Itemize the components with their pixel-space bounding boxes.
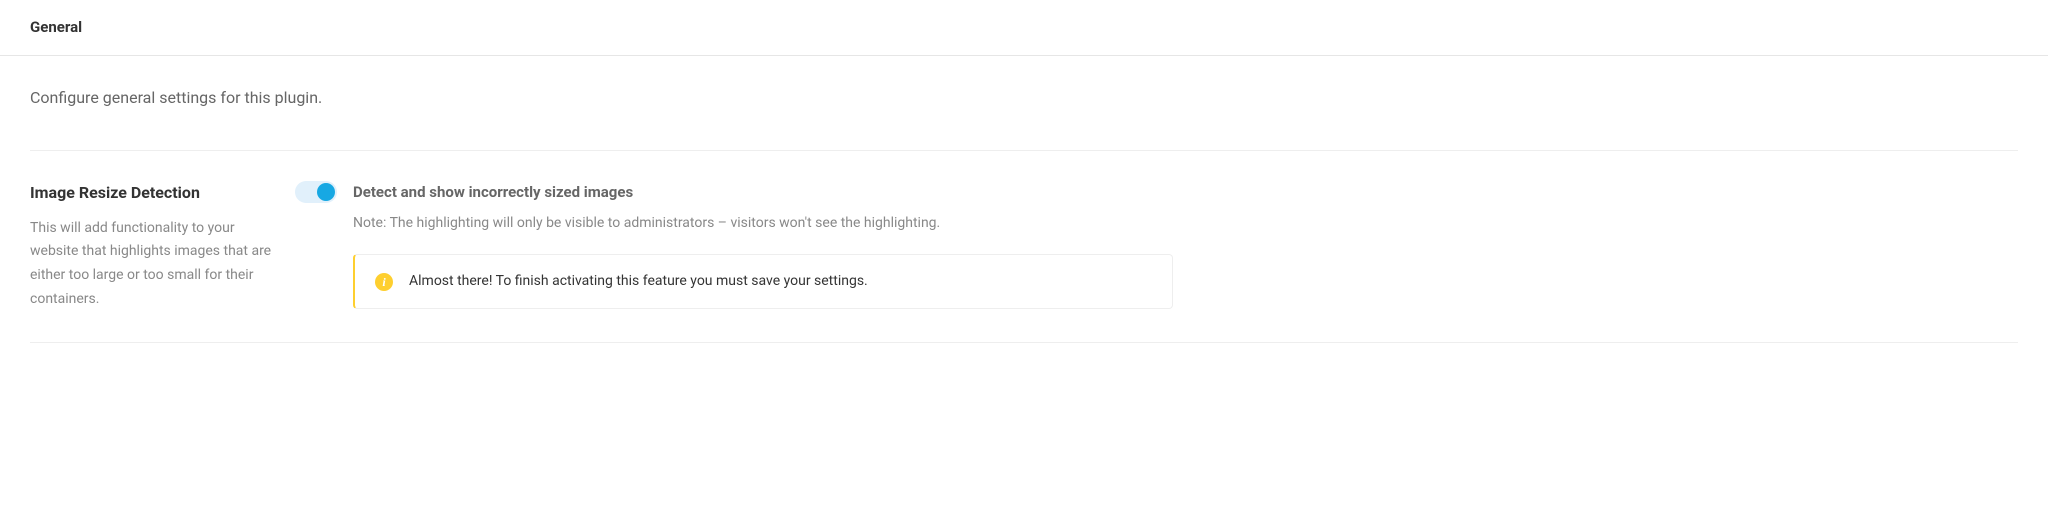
toggle-note: Note: The highlighting will only be visi… [353, 213, 2018, 234]
section-content: Configure general settings for this plug… [0, 56, 2048, 343]
toggle-row: Detect and show incorrectly sized images [295, 181, 2018, 204]
setting-row: Image Resize Detection This will add fun… [30, 151, 2018, 342]
setting-right: Detect and show incorrectly sized images… [295, 181, 2018, 312]
resize-detection-toggle[interactable] [295, 181, 337, 203]
divider [30, 342, 2018, 343]
section-title: General [30, 0, 82, 55]
notice-text: Almost there! To finish activating this … [409, 271, 868, 292]
info-icon: i [375, 273, 393, 291]
setting-title: Image Resize Detection [30, 181, 275, 205]
setting-description: This will add functionality to your webs… [30, 217, 275, 312]
section-header: General [0, 0, 2048, 56]
section-intro: Configure general settings for this plug… [30, 86, 2018, 110]
save-notice: i Almost there! To finish activating thi… [353, 254, 1173, 309]
setting-left: Image Resize Detection This will add fun… [30, 181, 295, 312]
toggle-knob [317, 183, 335, 201]
toggle-label: Detect and show incorrectly sized images [353, 181, 633, 204]
